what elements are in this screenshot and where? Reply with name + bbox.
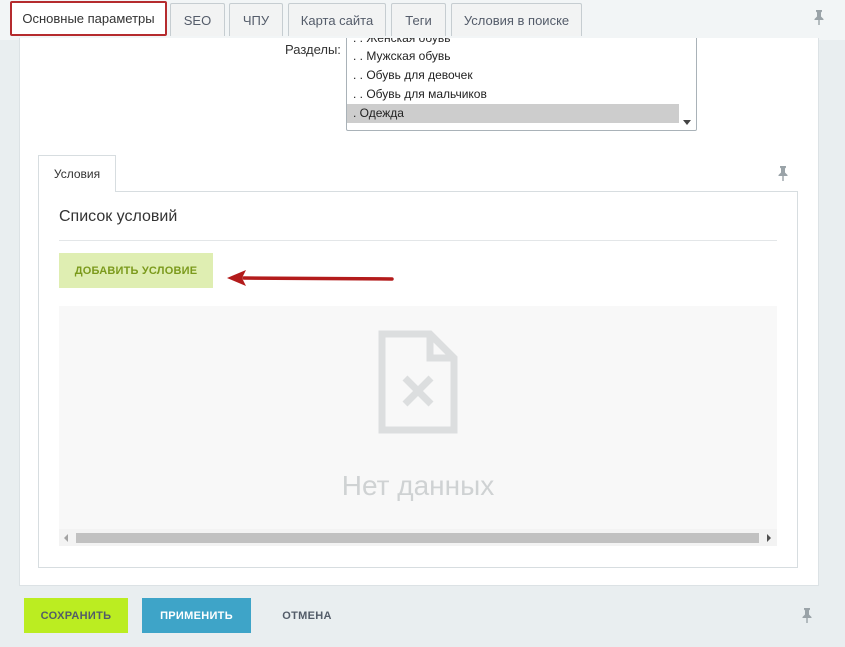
tab-main-params[interactable]: Основные параметры <box>10 1 167 36</box>
tab-search-conditions[interactable]: Условия в поиске <box>451 3 582 36</box>
red-arrow-annotation <box>227 270 394 286</box>
save-button[interactable]: СОХРАНИТЬ <box>24 598 128 633</box>
pin-icon[interactable] <box>800 607 814 623</box>
pin-icon[interactable] <box>776 165 790 181</box>
horizontal-scrollbar[interactable] <box>59 529 777 546</box>
sections-select[interactable]: . . Женская обувь . . Мужская обувь . . … <box>346 38 697 131</box>
scrollbar-thumb[interactable] <box>76 533 759 543</box>
section-option-selected[interactable]: . Одежда <box>347 104 680 123</box>
scroll-down-arrow-icon[interactable] <box>683 120 691 125</box>
top-tab-bar: Основные параметры SEO ЧПУ Карта сайта Т… <box>0 0 845 40</box>
cancel-button[interactable]: ОТМЕНА <box>268 598 346 633</box>
scroll-left-arrow-icon[interactable] <box>64 534 68 542</box>
tab-sitemap[interactable]: Карта сайта <box>288 3 386 36</box>
tab-conditions[interactable]: Условия <box>38 155 116 192</box>
section-option[interactable]: . . Обувь для девочек <box>347 66 680 85</box>
sections-label: Разделы: <box>285 42 341 57</box>
apply-button[interactable]: ПРИМЕНИТЬ <box>142 598 251 633</box>
pin-icon[interactable] <box>812 9 826 25</box>
section-option[interactable]: . . Женская обувь <box>347 38 680 47</box>
sections-scrollbar[interactable] <box>679 38 696 130</box>
scroll-right-arrow-icon[interactable] <box>767 534 771 542</box>
tab-chpu[interactable]: ЧПУ <box>229 3 283 36</box>
footer-bar: СОХРАНИТЬ ПРИМЕНИТЬ ОТМЕНА <box>0 586 845 647</box>
tab-seo[interactable]: SEO <box>170 3 225 36</box>
no-data-text: Нет данных <box>341 470 495 501</box>
conditions-panel: Список условий ДОБАВИТЬ УСЛОВИЕ Нет данн… <box>38 191 798 568</box>
conditions-title: Список условий <box>59 208 178 225</box>
add-condition-button[interactable]: ДОБАВИТЬ УСЛОВИЕ <box>59 253 213 288</box>
conditions-grid: Нет данных <box>59 306 777 529</box>
section-option[interactable]: . . Обувь для мальчиков <box>347 85 680 104</box>
no-data-file-icon <box>378 330 458 434</box>
tab-tags[interactable]: Теги <box>391 3 446 36</box>
section-option[interactable]: . . Мужская обувь <box>347 47 680 66</box>
divider <box>59 240 777 241</box>
